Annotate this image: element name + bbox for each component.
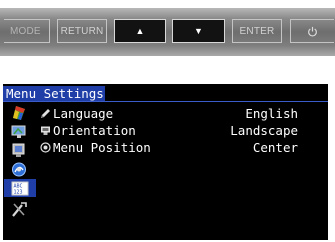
language-label: Language — [53, 106, 114, 121]
power-icon — [308, 26, 317, 37]
language-value: English — [245, 106, 298, 121]
tools-icon[interactable] — [7, 200, 31, 218]
position-icon — [40, 142, 51, 153]
up-arrow-icon: ▲ — [135, 26, 145, 36]
down-button[interactable]: ▼ — [172, 19, 225, 43]
return-button[interactable]: RETURN — [57, 19, 107, 43]
title-divider — [3, 101, 328, 102]
menu-position-label: Menu Position — [53, 140, 151, 155]
svg-text:123: 123 — [14, 189, 23, 195]
monitor-control-panel: MODE RETURN ▲ ▼ ENTER — [0, 8, 335, 56]
enter-button-label: ENTER — [239, 25, 275, 37]
orientation-label: Orientation — [53, 123, 136, 138]
orientation-row[interactable]: Orientation Landscape — [40, 122, 328, 139]
up-button[interactable]: ▲ — [114, 19, 166, 43]
mode-button[interactable]: MODE — [4, 19, 50, 43]
orientation-value: Landscape — [230, 123, 298, 138]
screen-icon[interactable] — [7, 122, 31, 140]
power-button[interactable] — [290, 19, 334, 43]
osd-settings-icon[interactable]: ABC 123 — [4, 179, 36, 197]
enter-button[interactable]: ENTER — [232, 19, 282, 43]
monitor-settings-icon[interactable] — [7, 141, 31, 159]
pencil-icon — [41, 109, 50, 118]
down-arrow-icon: ▼ — [193, 26, 204, 36]
osd-menu: Menu Settings ABC 123 Language English O… — [3, 84, 328, 240]
menu-position-value: Center — [252, 140, 298, 155]
monitor-icon — [41, 126, 50, 135]
osd-title: Menu Settings — [3, 86, 105, 101]
language-row[interactable]: Language English — [40, 105, 328, 122]
return-button-label: RETURN — [60, 25, 104, 37]
power-save-icon[interactable] — [7, 160, 31, 178]
menu-position-row[interactable]: Menu Position Center — [40, 139, 328, 156]
color-icon[interactable] — [7, 103, 31, 121]
mode-button-label: MODE — [10, 25, 41, 37]
